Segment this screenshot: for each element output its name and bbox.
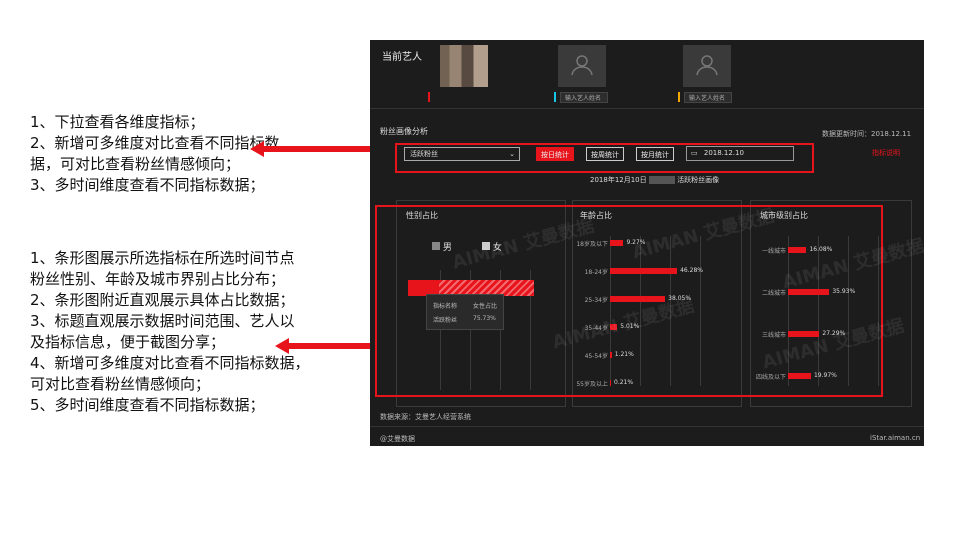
age-bar-value: 1.21% (614, 351, 634, 358)
arrow-1-head (250, 141, 264, 157)
age-bar-value: 46.28% (680, 267, 703, 274)
city-bar-value: 35.93% (832, 288, 856, 295)
subtitle-date: 2018年12月10日 (590, 176, 647, 184)
slot-1-marker (428, 92, 430, 102)
chevron-down-icon: ⌄ (509, 150, 515, 158)
date-value: 2018.12.10 (703, 149, 744, 157)
artist-name-input-3[interactable]: 输入艺人姓名 (684, 92, 732, 103)
user-placeholder-icon (571, 55, 593, 76)
screenshot-panel: 当前艺人 输入艺人姓名 输入艺人姓名 粉丝画像分析 数据更新时间：2018.12… (370, 40, 924, 446)
calendar-icon: ▭ (691, 149, 698, 157)
footer-url: iStar.aiman.cn (870, 434, 921, 442)
age-bar-label: 18-24岁 (584, 269, 608, 276)
section-title: 粉丝画像分析 (380, 127, 428, 136)
by-day-button[interactable]: 按日统计 (536, 147, 574, 161)
user-placeholder-icon (696, 55, 718, 76)
footer-divider (370, 426, 924, 427)
annotation-text-filters: 1、下拉查看各维度指标； 2、新增可多维度对比查看不同指标数 据，可对比查看粉丝… (30, 113, 280, 194)
city-bar-label: 三线城市 (761, 332, 786, 339)
city-bar[interactable] (788, 373, 811, 379)
slot-3-marker (678, 92, 680, 102)
gender-chart-title: 性别占比 (406, 211, 438, 220)
age-bar-label: 55岁及以上 (576, 381, 608, 388)
metric-dropdown[interactable]: 活跃粉丝 ⌄ (404, 147, 520, 161)
tooltip-value-female: 75.73% (473, 315, 496, 322)
header-divider (370, 108, 924, 109)
age-bar[interactable] (610, 380, 611, 386)
age-bar-label: 25-34岁 (584, 297, 608, 304)
tooltip-value-metric: 活跃粉丝 (433, 317, 458, 324)
chart-subtitle: 2018年12月10日 活跃粉丝画像 (590, 175, 719, 185)
age-bar[interactable] (610, 352, 612, 358)
date-picker[interactable]: ▭ 2018.12.10 (686, 146, 794, 161)
age-gridline (610, 236, 611, 386)
tooltip-header-female: 女性占比 (473, 303, 498, 310)
artist-slot-2[interactable] (558, 45, 606, 87)
subtitle-artist-blur (648, 176, 675, 184)
age-bar[interactable] (610, 268, 678, 274)
metric-explanation-link[interactable]: 指标说明 (872, 148, 900, 158)
city-bar-value: 19.97% (813, 372, 837, 379)
city-bar-value: 16.08% (809, 246, 833, 253)
artist-name-input-2[interactable]: 输入艺人姓名 (560, 92, 608, 103)
update-time: 数据更新时间：2018.12.11 (822, 130, 912, 138)
age-bar[interactable] (610, 240, 624, 246)
metric-dropdown-value: 活跃粉丝 (410, 150, 438, 158)
by-month-button[interactable]: 按月统计 (636, 147, 674, 161)
city-bar-label: 一线城市 (761, 248, 786, 255)
annotation-text-charts: 1、条形图展示所选指标在所选时间节点 粉丝性别、年龄及城市界别占比分布； 2、条… (30, 249, 310, 414)
footer-brand: @艾曼数据 (380, 435, 415, 443)
artist-avatar[interactable] (440, 45, 488, 87)
subtitle-metric: 活跃粉丝画像 (677, 176, 720, 184)
city-bar-label: 二线城市 (761, 290, 786, 297)
age-gridline (700, 236, 701, 386)
age-bar-value: 0.21% (614, 379, 634, 386)
artist-slot-3[interactable] (683, 45, 731, 87)
arrow-2-head (275, 338, 289, 354)
age-bar-label: 45-54岁 (584, 353, 608, 360)
by-week-button[interactable]: 按周统计 (586, 147, 624, 161)
current-artist-label: 当前艺人 (382, 52, 422, 63)
data-source-note: 数据来源：艾曼艺人经营系统 (380, 413, 471, 421)
gender-tooltip: 指标名称 女性占比 活跃粉丝 75.73% (426, 294, 504, 330)
slot-2-marker (554, 92, 556, 102)
city-bar[interactable] (788, 247, 807, 253)
tooltip-header-metric: 指标名称 (433, 303, 458, 310)
legend-male-swatch (432, 242, 440, 250)
